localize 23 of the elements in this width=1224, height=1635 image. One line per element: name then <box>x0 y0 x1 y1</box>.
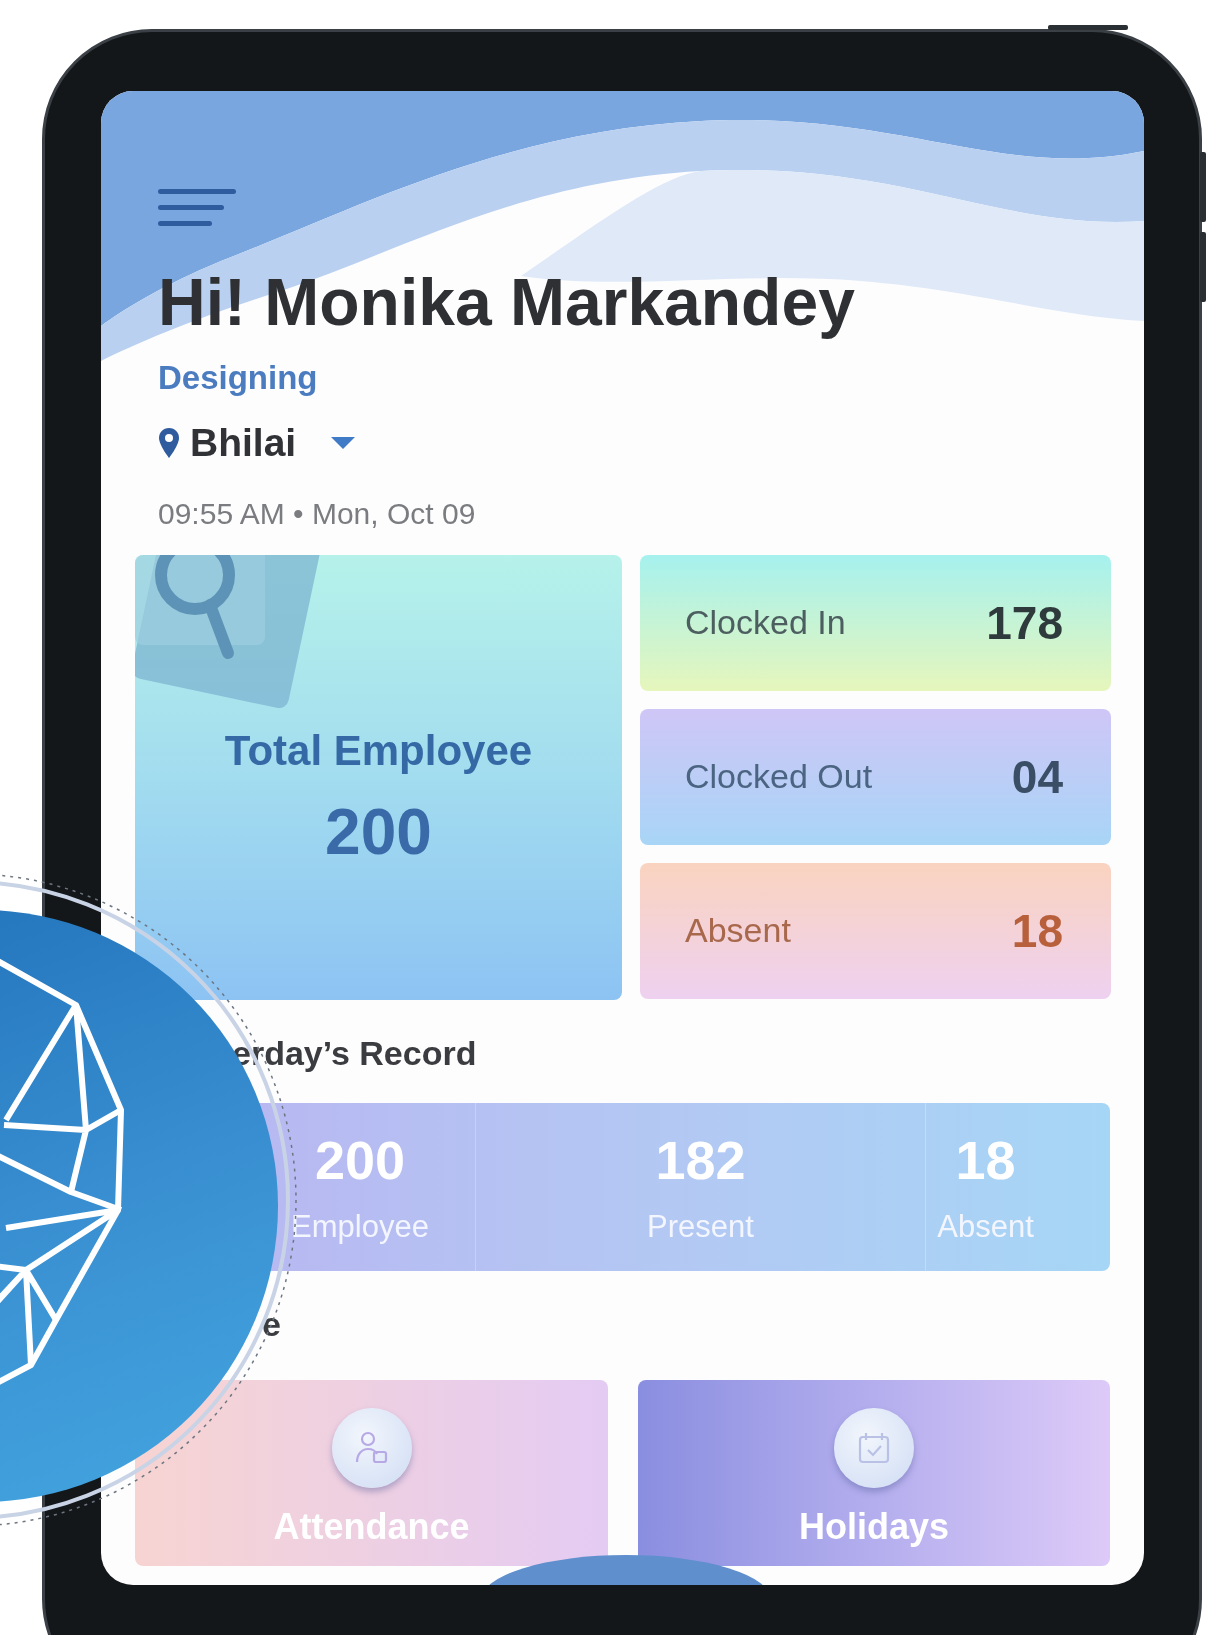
record-label: Present <box>647 1208 754 1245</box>
datetime-text: 09:55 AM • Mon, Oct 09 <box>158 496 476 531</box>
stat-label: Absent <box>685 911 791 951</box>
stat-value: 04 <box>1011 749 1063 804</box>
record-value: 182 <box>655 1128 746 1191</box>
total-employee-value: 200 <box>325 794 432 869</box>
total-employee-label: Total Employee <box>224 726 533 775</box>
location-pin-icon <box>158 426 180 459</box>
record-label: Absent <box>937 1208 1034 1245</box>
stat-label: Clocked In <box>685 603 846 643</box>
stat-value: 178 <box>986 595 1063 650</box>
section-title: e <box>261 1304 281 1344</box>
stat-label: Clocked Out <box>685 757 873 797</box>
record-value: 18 <box>955 1128 1016 1191</box>
caret-icon <box>330 435 357 450</box>
record-label: Employee <box>291 1208 429 1245</box>
feature-card[interactable]: Holidays <box>638 1379 1110 1566</box>
greeting-title: Hi! Monika Markandey <box>158 266 855 339</box>
menu-button[interactable] <box>158 189 236 226</box>
stat-value: 18 <box>1011 903 1063 958</box>
record-value: 200 <box>314 1128 406 1191</box>
location-dropdown[interactable]: Bhilai <box>158 420 357 465</box>
department-label: Designing <box>158 358 318 397</box>
